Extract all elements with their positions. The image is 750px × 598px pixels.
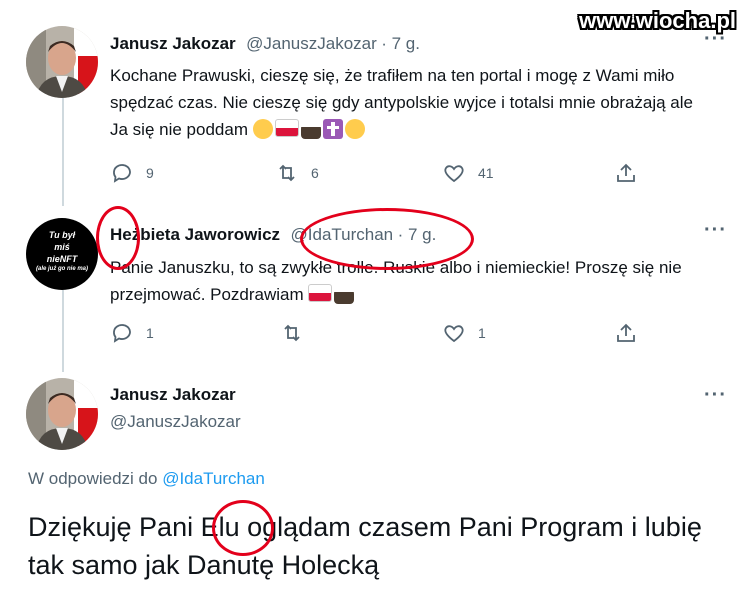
more-options-icon[interactable]: ··· (704, 28, 727, 51)
author-handle[interactable]: @JanuszJakozar (110, 412, 241, 432)
retweet-icon (279, 164, 295, 182)
like-button[interactable]: 1 (442, 321, 486, 345)
thread-line (62, 98, 64, 206)
like-count: 1 (478, 325, 486, 341)
tweet-text: Kochane Prawuski, cieszę się, że trafiłe… (110, 66, 693, 139)
share-icon (617, 323, 635, 342)
profile-photo-icon (26, 26, 98, 98)
avatar-text: miś (54, 242, 70, 252)
retweet-icon (284, 324, 300, 342)
tweet-time[interactable]: · 7 g. (381, 34, 420, 53)
reply-to-link[interactable]: @IdaTurchan (162, 469, 265, 488)
reply-icon (113, 324, 131, 343)
reply-button[interactable]: 1 (110, 321, 154, 345)
annotation-circle (96, 206, 140, 270)
avatar[interactable] (26, 26, 98, 98)
eagle-icon (334, 284, 355, 304)
poland-flag-icon (274, 119, 299, 137)
like-count: 41 (478, 165, 494, 181)
share-button[interactable] (614, 161, 638, 185)
like-button[interactable]: 41 (442, 161, 494, 185)
avatar-text: nieNFT (46, 254, 78, 264)
retweet-button[interactable]: 6 (275, 161, 319, 185)
fist-icon (344, 119, 365, 139)
avatar-text: Tu był (48, 230, 76, 240)
fist-icon (252, 119, 273, 139)
annotation-circle (300, 208, 474, 270)
author-name[interactable]: Janusz Jakozar (110, 385, 236, 405)
thread-line (62, 290, 64, 372)
share-icon (617, 163, 635, 182)
avatar-text: (ale już go nie ma) (35, 266, 88, 272)
heart-icon (444, 325, 464, 343)
reply-button[interactable]: 9 (110, 161, 154, 185)
profile-photo-icon (26, 378, 98, 450)
cross-icon (322, 119, 343, 139)
poland-flag-icon (308, 284, 333, 302)
eagle-icon (300, 119, 321, 139)
retweet-button[interactable] (280, 321, 316, 345)
author-handle[interactable]: @JanuszJakozar (246, 34, 377, 53)
heart-icon (444, 165, 464, 183)
emoji-row (252, 119, 367, 139)
author-name[interactable]: Janusz Jakozar (110, 34, 236, 53)
reply-icon (113, 164, 131, 183)
reply-count: 9 (146, 165, 154, 181)
avatar[interactable]: Tu był miś nieNFT (ale już go nie ma) (26, 218, 98, 290)
share-button[interactable] (614, 321, 638, 345)
reply-count: 1 (146, 325, 154, 341)
more-options-icon[interactable]: ··· (704, 384, 727, 407)
more-options-icon[interactable]: ··· (704, 219, 727, 242)
tweet-text: Dziękuję Pani (28, 512, 201, 542)
reply-context-label: W odpowiedzi do (28, 469, 158, 488)
annotation-circle (212, 500, 274, 556)
avatar[interactable] (26, 378, 98, 450)
retweet-count: 6 (311, 165, 319, 181)
emoji-row (308, 284, 356, 304)
